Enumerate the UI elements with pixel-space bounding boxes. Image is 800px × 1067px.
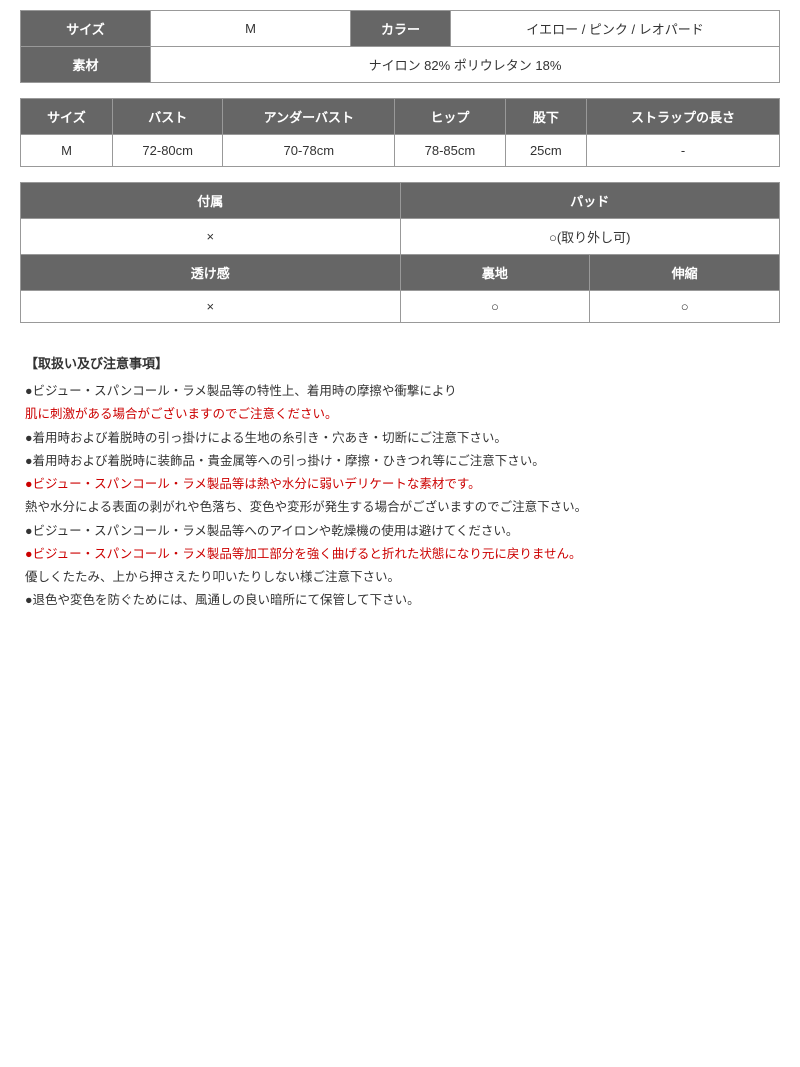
pad-header: パッド (400, 183, 780, 219)
size-label-cell: サイズ (21, 11, 151, 47)
size-data-row: M72-80cm70-78cm78-85cm25cm- (21, 135, 780, 167)
notes-item: ●ビジュー・スパンコール・ラメ製品等へのアイロンや乾燥機の使用は避けてください。 (25, 521, 775, 542)
notes-title: 【取扱い及び注意事項】 (25, 353, 775, 375)
transparency-lining-stretch-value-row: × ○ ○ (21, 291, 780, 323)
size-measurements-table: サイズ バスト アンダーバスト ヒップ 股下 ストラップの長さ M72-80cm… (20, 98, 780, 167)
size-header-row: サイズ バスト アンダーバスト ヒップ 股下 ストラップの長さ (21, 99, 780, 135)
lining-header: 裏地 (400, 255, 590, 291)
accessories-header: 付属 (21, 183, 401, 219)
col-bust: バスト (112, 99, 222, 135)
material-label-cell: 素材 (21, 47, 151, 83)
size-value-cell: M (151, 11, 351, 47)
size-color-row: サイズ M カラー イエロー / ピンク / レオパード (21, 11, 780, 47)
transparency-lining-stretch-header-row: 透け感 裏地 伸縮 (21, 255, 780, 291)
material-value-cell: ナイロン 82% ポリウレタン 18% (151, 47, 780, 83)
notes-section: 【取扱い及び注意事項】 ●ビジュー・スパンコール・ラメ製品等の特性上、着用時の摩… (20, 343, 780, 624)
transparency-header: 透け感 (21, 255, 401, 291)
col-strap: ストラップの長さ (587, 99, 780, 135)
notes-item: 優しくたたみ、上から押さえたり叩いたりしない様ご注意下さい。 (25, 567, 775, 588)
size-cell: 25cm (505, 135, 586, 167)
size-color-material-table: サイズ M カラー イエロー / ピンク / レオパード 素材 ナイロン 82%… (20, 10, 780, 83)
lining-value: ○ (400, 291, 590, 323)
notes-item: ●着用時および着脱時の引っ掛けによる生地の糸引き・穴あき・切断にご注意下さい。 (25, 428, 775, 449)
col-size: サイズ (21, 99, 113, 135)
pad-value: ○(取り外し可) (400, 219, 780, 255)
notes-item: ●ビジュー・スパンコール・ラメ製品等は熱や水分に弱いデリケートな素材です。 (25, 474, 775, 495)
size-cell: M (21, 135, 113, 167)
notes-item: ●ビジュー・スパンコール・ラメ製品等加工部分を強く曲げると折れた状態になり元に戻… (25, 544, 775, 565)
size-cell: - (587, 135, 780, 167)
accessories-pad-value-row: × ○(取り外し可) (21, 219, 780, 255)
features-table: 付属 パッド × ○(取り外し可) 透け感 裏地 伸縮 × ○ ○ (20, 182, 780, 323)
accessories-pad-header-row: 付属 パッド (21, 183, 780, 219)
col-underbust: アンダーバスト (223, 99, 395, 135)
stretch-value: ○ (590, 291, 780, 323)
product-info-section: サイズ M カラー イエロー / ピンク / レオパード 素材 ナイロン 82%… (20, 10, 780, 624)
size-cell: 78-85cm (395, 135, 505, 167)
color-value-cell: イエロー / ピンク / レオパード (451, 11, 780, 47)
col-inseam: 股下 (505, 99, 586, 135)
notes-items: ●ビジュー・スパンコール・ラメ製品等の特性上、着用時の摩擦や衝撃により肌に刺激が… (25, 381, 775, 612)
notes-item: ●着用時および着脱時に装飾品・貴金属等への引っ掛け・摩擦・ひきつれ等にご注意下さ… (25, 451, 775, 472)
notes-item: 肌に刺激がある場合がございますのでご注意ください。 (25, 404, 775, 425)
stretch-header: 伸縮 (590, 255, 780, 291)
col-hip: ヒップ (395, 99, 505, 135)
material-row: 素材 ナイロン 82% ポリウレタン 18% (21, 47, 780, 83)
notes-item: ●退色や変色を防ぐためには、風通しの良い暗所にて保管して下さい。 (25, 590, 775, 611)
notes-item: ●ビジュー・スパンコール・ラメ製品等の特性上、着用時の摩擦や衝撃により (25, 381, 775, 402)
transparency-value: × (21, 291, 401, 323)
color-label-cell: カラー (351, 11, 451, 47)
notes-item: 熱や水分による表面の剥がれや色落ち、変色や変形が発生する場合がございますのでご注… (25, 497, 775, 518)
accessories-value: × (21, 219, 401, 255)
size-cell: 72-80cm (112, 135, 222, 167)
size-cell: 70-78cm (223, 135, 395, 167)
